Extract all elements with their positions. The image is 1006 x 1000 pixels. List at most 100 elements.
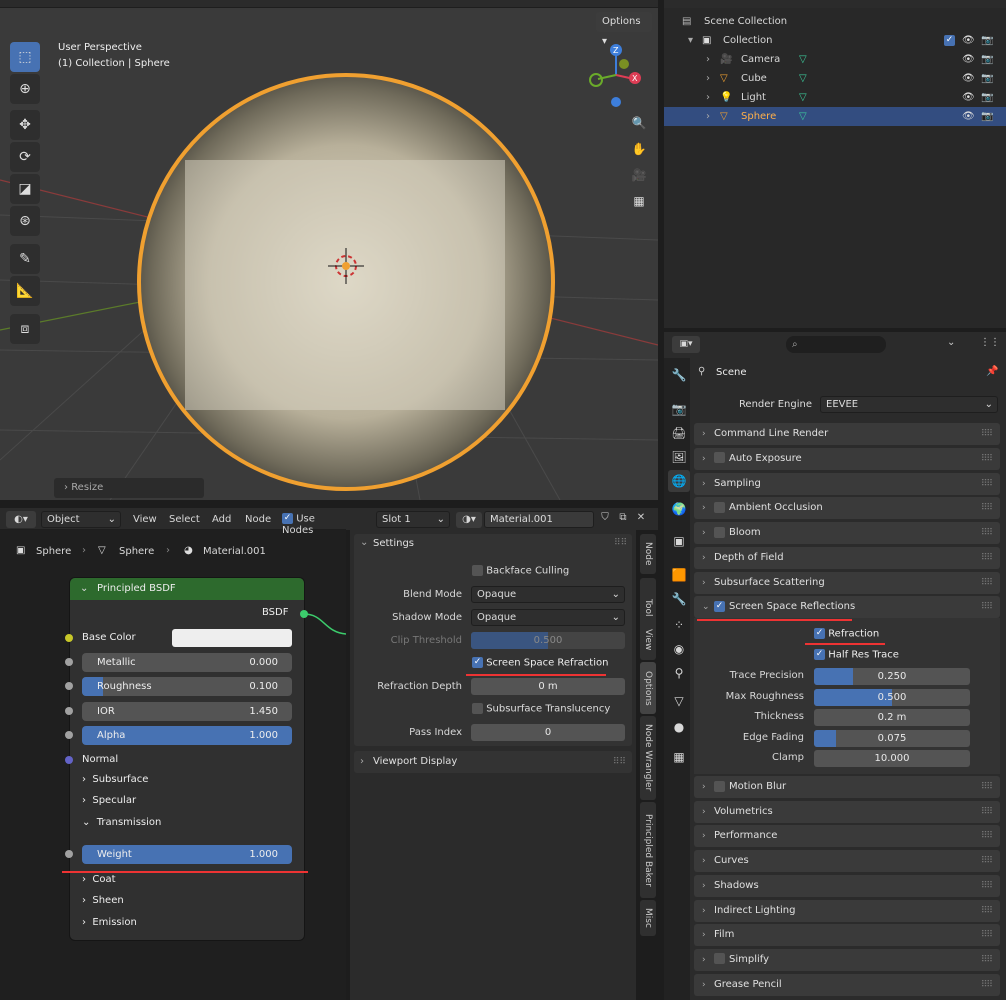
data-mesh-icon[interactable]: ▽: [799, 69, 807, 88]
panel-header[interactable]: › Motion Blur ⠿⠿: [694, 776, 1000, 798]
node-input-field[interactable]: Metallic 0.000: [82, 653, 292, 672]
ssr-field-slider[interactable]: 0.250: [814, 668, 970, 685]
tool-tab-icon[interactable]: 🔧: [668, 364, 690, 386]
material-browse-icon[interactable]: ◑▾: [456, 512, 482, 528]
transform-tool[interactable]: ⊛: [10, 206, 40, 236]
modifier-tab-icon[interactable]: 🔧: [668, 588, 690, 610]
move-tool[interactable]: ✥: [10, 110, 40, 140]
sidebar-tab[interactable]: Node: [640, 534, 656, 574]
scene-tab-icon[interactable]: 🌐: [668, 470, 690, 492]
ortho-grid-icon[interactable]: ▦: [627, 189, 651, 213]
base-color-swatch[interactable]: [172, 629, 292, 647]
base-color-socket[interactable]: [65, 634, 73, 642]
ssr-field-slider[interactable]: 10.000: [814, 750, 970, 767]
collection-tab-icon[interactable]: ▣: [668, 530, 690, 552]
constraints-tab-icon[interactable]: ⚲: [668, 662, 690, 684]
shadow-mode-dropdown[interactable]: Opaque ⌄: [471, 609, 625, 626]
navigation-gizmo[interactable]: Z X: [584, 42, 650, 108]
node-section-specular[interactable]: › Specular: [82, 795, 136, 806]
rotate-tool[interactable]: ⟳: [10, 142, 40, 172]
input-socket[interactable]: [65, 658, 73, 666]
sidebar-tab[interactable]: Misc: [640, 900, 656, 936]
outliner-item[interactable]: › ▽ Sphere ▽ 👁 📷: [664, 107, 1006, 126]
eye-icon[interactable]: 👁: [962, 88, 975, 107]
expand-arrow-icon[interactable]: ›: [706, 69, 710, 88]
material-tab-icon[interactable]: ●: [668, 716, 690, 738]
blend-mode-dropdown[interactable]: Opaque ⌄: [471, 586, 625, 603]
select-box-tool[interactable]: ⬚: [10, 42, 40, 72]
pan-hand-icon[interactable]: ✋: [627, 137, 651, 161]
chevron-down-icon[interactable]: ⌄: [360, 537, 368, 548]
ssr-field-slider[interactable]: 0.075: [814, 729, 970, 747]
panel-checkbox[interactable]: [714, 776, 725, 798]
weight-socket[interactable]: [65, 850, 73, 858]
editor-type-icon[interactable]: ◐▾: [6, 511, 36, 528]
drag-grip-icon[interactable]: ⠿⠿: [981, 448, 993, 470]
panel-header[interactable]: › Shadows ⠿⠿: [694, 874, 1000, 897]
duplicate-material-icon[interactable]: ⧉: [615, 512, 631, 528]
zoom-icon[interactable]: 🔍: [627, 111, 651, 135]
input-socket[interactable]: [65, 730, 73, 739]
panel-header[interactable]: › Simplify ⠿⠿: [694, 948, 1000, 971]
drag-grip-icon[interactable]: ⠿⠿: [981, 522, 993, 544]
outliner-item[interactable]: › ▽ Cube ▽ 👁 📷: [664, 69, 1006, 88]
measure-tool[interactable]: 📐: [10, 276, 40, 306]
sidebar-tab[interactable]: Options: [640, 662, 656, 714]
drag-grip-icon[interactable]: ⠿⠿: [981, 801, 993, 823]
node-section-subsurface[interactable]: › Subsurface: [82, 774, 148, 785]
scale-tool[interactable]: ◪: [10, 174, 40, 204]
pass-index-field[interactable]: 0: [471, 724, 625, 741]
eye-icon[interactable]: 👁: [962, 69, 975, 88]
normal-socket[interactable]: [65, 756, 73, 764]
drag-grip-icon[interactable]: ⠿⠿: [981, 900, 993, 922]
screen-space-refraction-toggle[interactable]: ✓ Screen Space Refraction: [472, 657, 608, 669]
object-mode-dropdown[interactable]: Object ⌄: [41, 511, 121, 528]
camera-render-icon[interactable]: 📷: [981, 69, 993, 88]
ssr-refraction-toggle[interactable]: ✓ Refraction: [814, 628, 879, 640]
texture-tab-icon[interactable]: ▦: [668, 746, 690, 768]
half-res-trace-toggle[interactable]: ✓ Half Res Trace: [814, 649, 899, 661]
menu-add[interactable]: Add: [212, 514, 231, 525]
drag-grip-icon[interactable]: ⠿⠿: [981, 547, 993, 569]
panel-checkbox[interactable]: [714, 448, 725, 470]
camera-view-icon[interactable]: 🎥: [627, 163, 651, 187]
panel-checkbox[interactable]: [714, 522, 725, 544]
data-light-icon[interactable]: ▽: [799, 88, 807, 107]
subsurface-translucency-toggle[interactable]: Subsurface Translucency: [472, 703, 610, 715]
3d-viewport[interactable]: Options ▾ User Perspective (1) Collectio…: [0, 0, 658, 500]
object-tab-icon[interactable]: 🟧: [668, 564, 690, 586]
render-engine-dropdown[interactable]: EEVEE ⌄: [820, 396, 998, 413]
ssr-checkbox[interactable]: ✓: [714, 596, 725, 618]
unlink-material-icon[interactable]: ✕: [633, 512, 649, 528]
use-nodes-toggle[interactable]: ✓ Use Nodes: [282, 513, 346, 536]
options-dropdown[interactable]: Options ▾: [596, 12, 652, 47]
node-input-field[interactable]: IOR 1.450: [82, 701, 292, 721]
expand-arrow-icon[interactable]: ›: [706, 50, 710, 69]
node-header[interactable]: ⌄ Principled BSDF: [70, 578, 304, 600]
eye-icon[interactable]: 👁: [962, 31, 975, 50]
outliner[interactable]: ▤ Scene Collection ▾ ▣ Collection ✓ 👁 📷 …: [664, 0, 1006, 328]
pin-icon[interactable]: 📌: [986, 366, 998, 377]
panel-header[interactable]: › Grease Pencil ⠿⠿: [694, 973, 1000, 996]
outliner-scene-collection[interactable]: ▤ Scene Collection: [664, 12, 1006, 31]
expand-arrow-icon[interactable]: ›: [706, 107, 710, 126]
view-layer-tab-icon[interactable]: 🖼: [668, 446, 690, 468]
world-tab-icon[interactable]: 🌍: [668, 498, 690, 520]
outliner-item[interactable]: › 💡 Light ▽ 👁 📷: [664, 88, 1006, 107]
node-section-coat[interactable]: › Coat: [82, 874, 116, 885]
ssr-refraction-checkbox[interactable]: ✓: [814, 628, 825, 639]
backface-culling-toggle[interactable]: Backface Culling: [472, 565, 569, 577]
node-input-field[interactable]: Alpha 1.000: [82, 725, 292, 745]
panel-header[interactable]: › Volumetrics ⠿⠿: [694, 800, 1000, 823]
sidebar-tab[interactable]: Principled Baker: [640, 802, 656, 898]
drag-grip-icon[interactable]: ⠿⠿: [981, 850, 993, 872]
camera-render-icon[interactable]: 📷: [981, 50, 993, 69]
drag-grip-icon[interactable]: ⠿⠿: [981, 924, 993, 946]
drag-grip-icon[interactable]: ⠿⠿: [613, 751, 626, 773]
drag-grip-icon[interactable]: ⠿⠿: [981, 572, 993, 594]
physics-tab-icon[interactable]: ◉: [668, 638, 690, 660]
output-tab-icon[interactable]: 🖨: [668, 422, 690, 444]
menu-select[interactable]: Select: [169, 514, 200, 525]
node-section-transmission[interactable]: ⌄ Transmission: [82, 817, 161, 828]
panel-header[interactable]: › Ambient Occlusion ⠿⠿: [694, 497, 1000, 520]
